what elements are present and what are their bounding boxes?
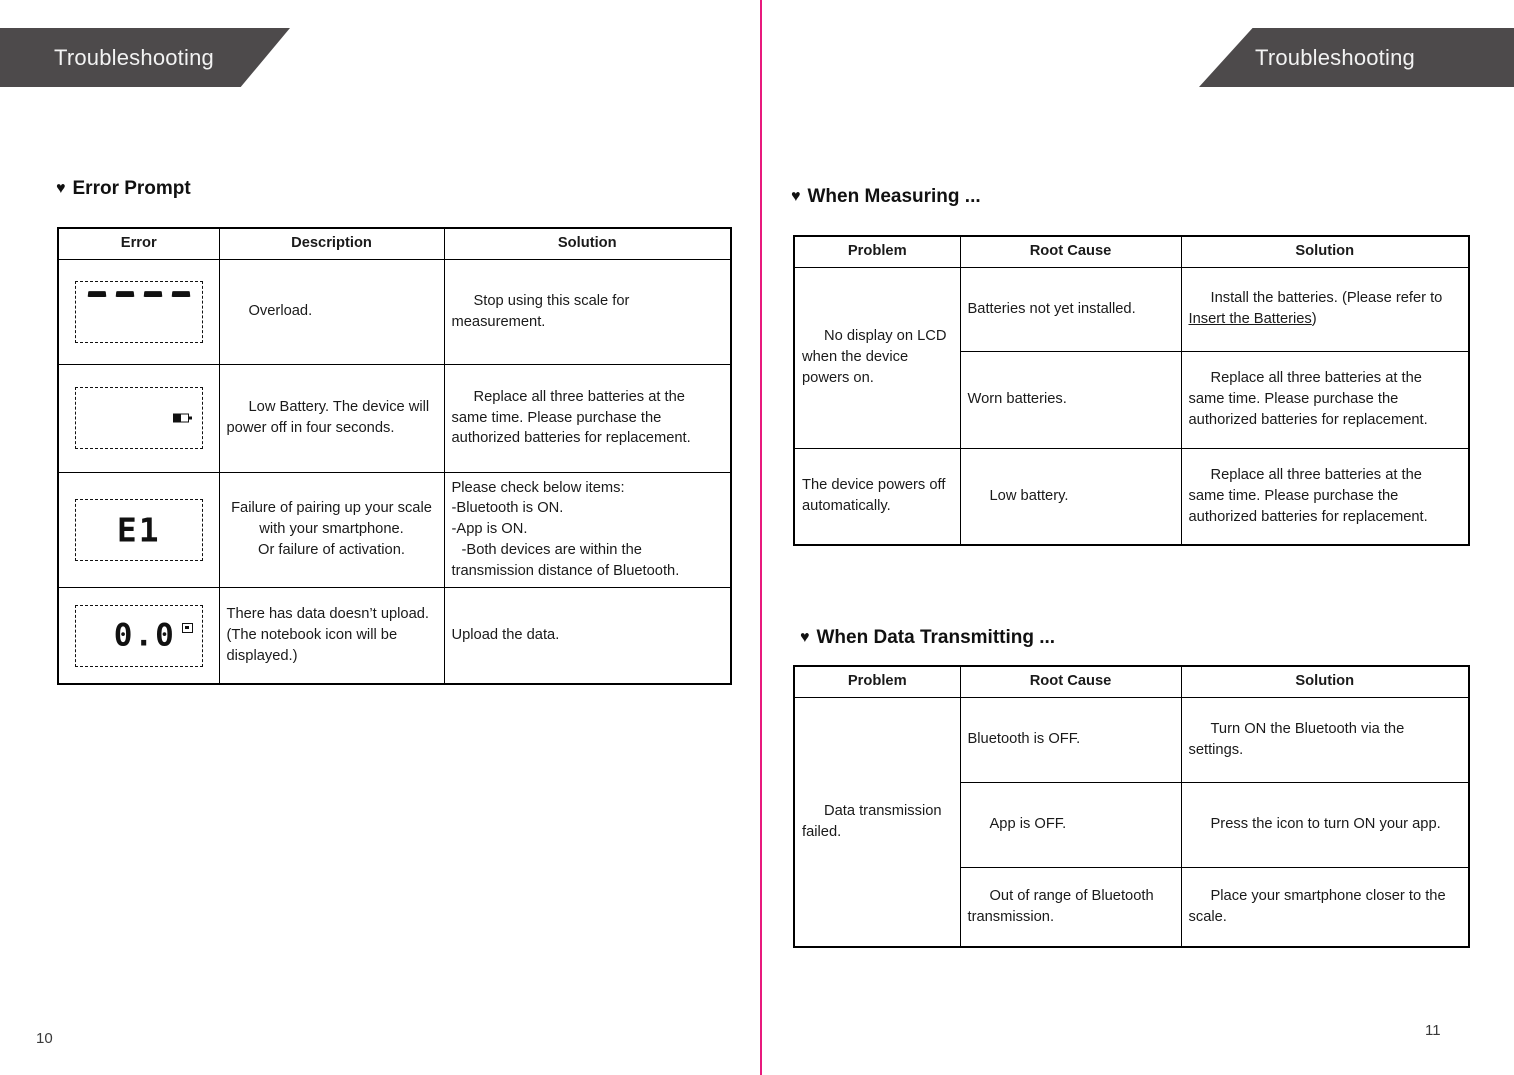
row-solution-line-3: -App is ON. [451, 521, 528, 538]
battery-icon [172, 413, 192, 423]
row-description: Failure of pairing up your scale with yo… [218, 471, 445, 588]
row-solution: Press the icon to turn ON your app. [1180, 781, 1470, 868]
row-solution: Turn ON the Bluetooth via the settings. [1180, 696, 1470, 783]
row-root-cause: Out of range of Bluetooth transmission. [959, 866, 1182, 948]
row-description-line-2: Or failure of activation. [258, 542, 405, 559]
notebook-icon [181, 622, 193, 633]
document-spread: Troubleshooting ♥ Error Prompt Error Desc… [0, 0, 1514, 1075]
page-gutter-divider [760, 0, 762, 1075]
column-header-root-cause: Root Cause [959, 235, 1182, 268]
section-heading-when-measuring: ♥ When Measuring ... [791, 186, 981, 208]
lcd-display-low-battery-icon [74, 387, 203, 449]
section-title-text: When Measuring ... [807, 186, 981, 207]
table-row: 0.0 There has data doesn’t upload. (The … [57, 586, 732, 685]
row-problem-no-display: No display on LCD when the device powers… [793, 266, 961, 449]
insert-the-batteries-link[interactable]: Insert the Batteries [1189, 311, 1312, 327]
lcd-display-e1-icon: E1 [74, 498, 203, 561]
table-row: Overload. Stop using this scale for meas… [57, 258, 732, 365]
section-heading-when-data-transmitting: ♥ When Data Transmitting ... [800, 627, 1055, 649]
row-description: Overload. [218, 258, 445, 365]
row-solution: Place your smartphone closer to the scal… [1180, 866, 1470, 948]
row-solution: Replace all three batteries at the same … [1180, 350, 1470, 449]
table-header-row: Problem Root Cause Solution [793, 235, 1470, 268]
column-header-error: Error [57, 227, 220, 260]
section-title-text: Error Prompt [72, 178, 191, 199]
table-header-row: Error Description Solution [57, 227, 732, 260]
row-solution-line-1: Please check below items: [451, 479, 625, 496]
right-page-header-title: Troubleshooting [1255, 44, 1415, 70]
lcd-display-no-upload-icon: 0.0 [74, 604, 203, 667]
right-page-number: 11 [1425, 1022, 1441, 1039]
solution-text-post: ) [1311, 311, 1317, 327]
heart-bullet-icon: ♥ [791, 188, 801, 205]
left-page-header-title: Troubleshooting [54, 44, 214, 70]
row-problem-powers-off: The device powers off automatically. [793, 447, 961, 546]
table-row: E1 Failure of pairing up your scale with… [57, 471, 732, 588]
lcd-dash-segments-icon [76, 290, 202, 297]
when-data-transmitting-table: Problem Root Cause Solution Data transmi… [793, 665, 1470, 948]
error-prompt-table: Error Description Solution Overload. Sto… [57, 227, 732, 686]
row-root-cause: App is OFF. [959, 781, 1182, 868]
row-description: There has data doesn’t upload. (The note… [218, 586, 445, 685]
section-title-text: When Data Transmitting ... [816, 627, 1056, 648]
table-row: No display on LCD when the device powers… [793, 266, 1470, 449]
right-page-header-tab: Troubleshooting [1199, 28, 1514, 87]
table-row: The device powers off automatically. Low… [793, 447, 1470, 546]
lcd-e1-cell: E1 [57, 471, 220, 588]
row-root-cause: Batteries not yet installed. [959, 266, 1182, 352]
table-row: Low Battery. The device will power off i… [57, 363, 732, 473]
row-root-cause: Worn batteries. [959, 350, 1182, 449]
column-header-solution: Solution [1180, 235, 1470, 268]
row-solution: Install the batteries. (Please refer to … [1180, 266, 1470, 352]
row-root-cause: Bluetooth is OFF. [959, 696, 1182, 783]
row-solution: Replace all three batteries at the same … [1180, 447, 1470, 546]
row-description-line-1: Failure of pairing up your scale with yo… [231, 500, 432, 538]
heart-bullet-icon: ♥ [800, 629, 810, 646]
lcd-overload-cell [57, 258, 220, 365]
column-header-solution: Solution [443, 227, 732, 260]
left-page-number: 10 [36, 1030, 53, 1047]
table-row: Data transmission failed. Bluetooth is O… [793, 696, 1470, 948]
column-header-description: Description [218, 227, 445, 260]
row-solution: Stop using this scale for measurement. [443, 258, 732, 365]
row-solution-line-2: -Bluetooth is ON. [451, 500, 564, 517]
column-header-problem: Problem [793, 235, 961, 268]
row-root-cause: Low battery. [959, 447, 1182, 546]
lcd-low-battery-cell [57, 363, 220, 473]
row-solution-line-4: -Both devices are within the transmissio… [451, 542, 680, 579]
column-header-solution: Solution [1180, 665, 1470, 698]
section-heading-error-prompt: ♥ Error Prompt [56, 178, 191, 200]
lcd-zero-cell: 0.0 [57, 586, 220, 685]
row-solution: Please check below items: -Bluetooth is … [443, 471, 732, 588]
lcd-display-overload-icon [74, 280, 203, 343]
solution-text-pre: Install the batteries. (Please refer to [1210, 290, 1443, 307]
column-header-root-cause: Root Cause [959, 665, 1182, 698]
table-header-row: Problem Root Cause Solution [793, 665, 1470, 698]
lcd-digits-e1: E1 [116, 510, 161, 550]
left-page-header-tab: Troubleshooting [0, 28, 290, 87]
heart-bullet-icon: ♥ [56, 180, 66, 197]
row-solution: Replace all three batteries at the same … [443, 363, 732, 473]
row-description: Low Battery. The device will power off i… [218, 363, 445, 473]
row-problem-data-transmission-failed: Data transmission failed. [793, 696, 961, 948]
row-solution: Upload the data. [443, 586, 732, 685]
column-header-problem: Problem [793, 665, 961, 698]
when-measuring-table: Problem Root Cause Solution No display o… [793, 235, 1470, 546]
